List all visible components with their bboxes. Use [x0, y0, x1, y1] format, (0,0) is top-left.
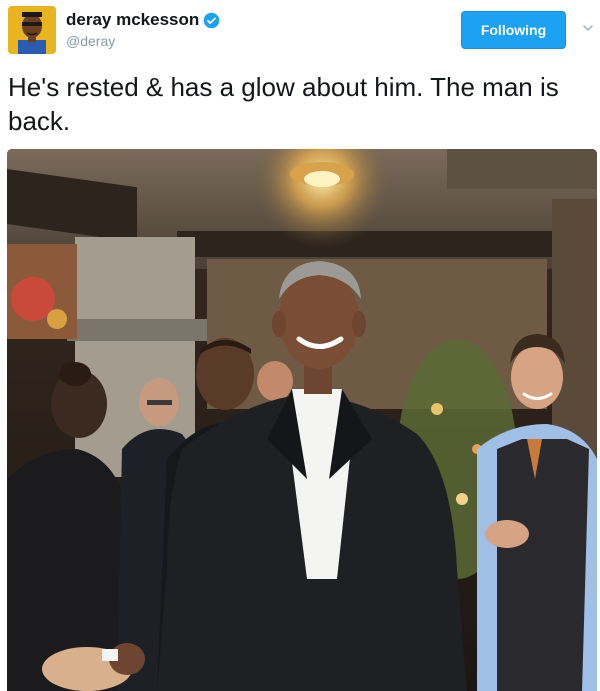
tweet-text: He's rested & has a glow about him. The …: [8, 72, 559, 136]
user-name-row[interactable]: deray mckesson: [66, 10, 220, 30]
user-handle[interactable]: @deray: [66, 33, 115, 49]
cartoon-avatar-icon: [8, 6, 56, 54]
avatar[interactable]: [8, 6, 56, 54]
display-name[interactable]: deray mckesson: [66, 10, 199, 30]
photo-icon: [7, 149, 597, 691]
verified-badge-icon: [203, 12, 220, 28]
following-button[interactable]: Following: [461, 11, 566, 49]
chevron-down-icon[interactable]: [582, 22, 594, 34]
tweet-photo[interactable]: [7, 149, 597, 691]
